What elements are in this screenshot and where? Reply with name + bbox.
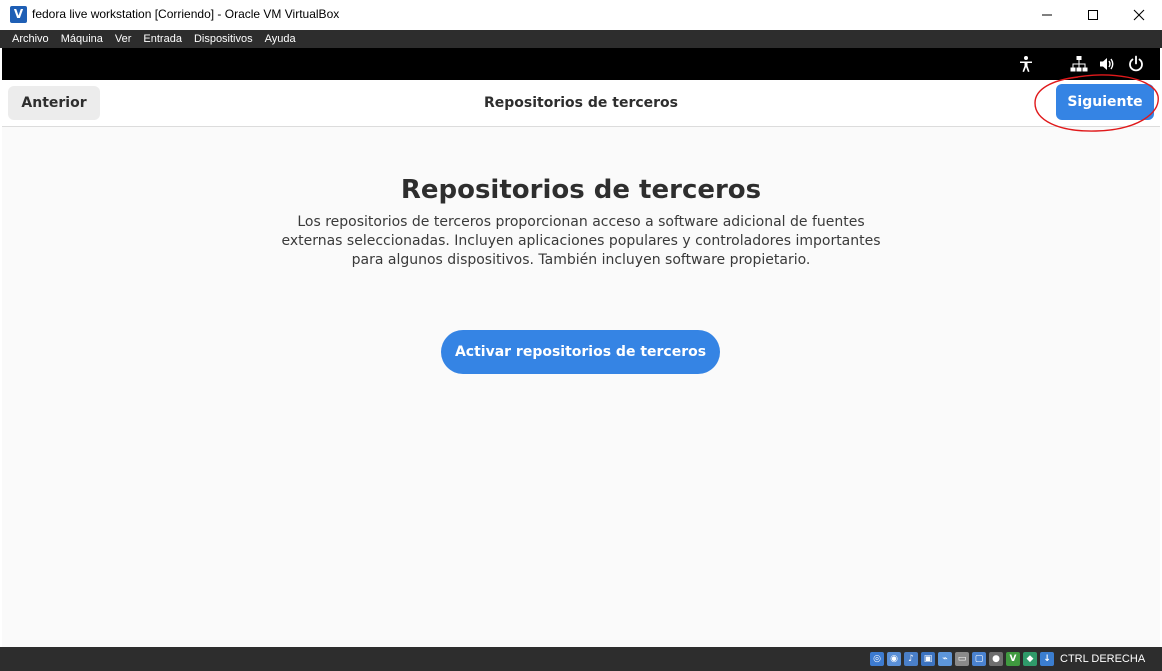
header-bar: Anterior Repositorios de terceros Siguie… — [2, 80, 1160, 127]
virtualbox-app-icon: V — [10, 6, 27, 23]
hard-disk-icon[interactable]: ◎ — [870, 652, 884, 666]
host-key-label: CTRL DERECHA — [1060, 653, 1146, 665]
header-title: Repositorios de terceros — [483, 95, 679, 111]
network-icon[interactable] — [1070, 55, 1088, 73]
page-description: Los repositorios de terceros proporciona… — [281, 214, 881, 268]
mouse-integration-icon[interactable]: ◆ — [1023, 652, 1037, 666]
window-title-bar: V fedora live workstation [Corriendo] - … — [0, 0, 1162, 30]
menu-ver[interactable]: Ver — [109, 33, 138, 45]
audio-icon[interactable]: ♪ — [904, 652, 918, 666]
close-button[interactable] — [1116, 0, 1162, 30]
activate-repositories-button[interactable]: Activar repositorios de terceros — [441, 330, 720, 374]
shared-folders-icon[interactable]: ▭ — [955, 652, 969, 666]
menu-maquina[interactable]: Máquina — [55, 33, 109, 45]
menu-dispositivos[interactable]: Dispositivos — [188, 33, 259, 45]
menu-entrada[interactable]: Entrada — [137, 33, 188, 45]
volume-icon[interactable] — [1098, 55, 1116, 73]
window-title: fedora live workstation [Corriendo] - Or… — [32, 7, 340, 21]
power-icon[interactable] — [1127, 55, 1145, 73]
status-bar: ◎ ◉ ♪ ▣ ⌁ ▭ ▢ ● V ◆ ↓ CTRL DERECHA — [0, 647, 1162, 671]
menu-bar: Archivo Máquina Ver Entrada Dispositivos… — [0, 30, 1162, 48]
status-icons: ◎ ◉ ♪ ▣ ⌁ ▭ ▢ ● V ◆ ↓ — [870, 652, 1054, 666]
video-capture-icon[interactable]: ● — [989, 652, 1003, 666]
page-title: Repositorios de terceros — [400, 175, 762, 205]
minimize-button[interactable] — [1024, 0, 1070, 30]
keyboard-capture-icon[interactable]: ↓ — [1040, 652, 1054, 666]
network-adapter-icon[interactable]: ▣ — [921, 652, 935, 666]
usb-icon[interactable]: ⌁ — [938, 652, 952, 666]
guest-screen: Anterior Repositorios de terceros Siguie… — [2, 48, 1160, 647]
optical-drive-icon[interactable]: ◉ — [887, 652, 901, 666]
display-icon[interactable]: ▢ — [972, 652, 986, 666]
virtualization-icon[interactable]: V — [1006, 652, 1020, 666]
maximize-icon — [1088, 10, 1098, 20]
close-icon — [1133, 9, 1145, 21]
minimize-icon — [1042, 14, 1052, 16]
menu-archivo[interactable]: Archivo — [6, 33, 55, 45]
maximize-button[interactable] — [1070, 0, 1116, 30]
menu-ayuda[interactable]: Ayuda — [259, 33, 302, 45]
gnome-top-bar — [2, 48, 1160, 80]
accessibility-icon[interactable] — [1017, 55, 1035, 73]
next-button[interactable]: Siguiente — [1056, 84, 1154, 120]
